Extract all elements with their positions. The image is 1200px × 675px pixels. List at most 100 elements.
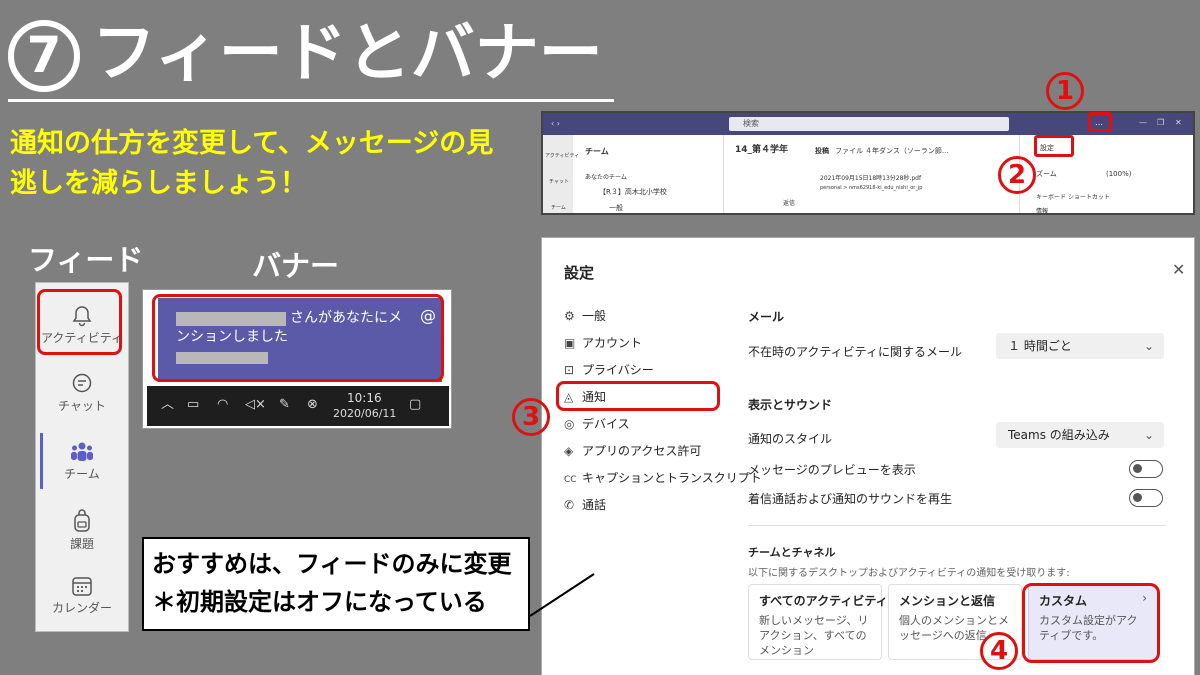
tab-dance[interactable]: ４年ダンス（ソーラン節...	[865, 146, 949, 156]
step-4-marker: 4	[980, 632, 1018, 670]
file-path: personal > nms62918-ki_edu_nishi_or_jp	[820, 185, 923, 191]
nav-account[interactable]: ▣ アカウント	[564, 335, 642, 351]
sidebar-item-label: カレンダー	[51, 601, 112, 615]
maximize-icon[interactable]: ❐	[1157, 118, 1164, 128]
step-3-marker: 3	[512, 398, 550, 436]
cc-icon: CC	[564, 475, 577, 485]
sidebar-item-label: チャット	[58, 399, 106, 413]
rail-activity[interactable]: アクティビティ	[545, 151, 579, 161]
taskbar-time: 10:16	[347, 391, 382, 405]
notification-center-icon[interactable]: ▢	[409, 397, 421, 413]
sidebar-item-label: 課題	[69, 537, 94, 551]
teams-description: 以下に関するデスクトップおよびアクティビティの通知を受け取ります:	[748, 568, 1070, 579]
sidebar-item-calendar[interactable]: カレンダー	[36, 575, 128, 615]
chevron-up-icon[interactable]: ︿	[161, 397, 174, 413]
channel-title: 14_第４学年	[735, 145, 789, 155]
feed-label: フィード	[28, 243, 144, 277]
volume-mute-icon[interactable]: ◁×	[245, 397, 266, 413]
sound-label: 着信通話および通知のサウンドを再生	[748, 492, 953, 506]
team-name[interactable]: 【R３】高木北小学校	[599, 187, 667, 197]
step-1-marker: 1	[1046, 72, 1084, 110]
note-line-2: ＊初期設定はオフになっている	[152, 588, 487, 616]
option-title: すべてのアクティビティ	[759, 594, 888, 608]
sidebar-item-chat[interactable]: チャット	[36, 373, 128, 413]
nav-label: 通話	[582, 498, 607, 512]
headset-icon: ◎	[564, 417, 575, 431]
id-card-icon: ▣	[564, 336, 576, 350]
banner-label: バナー	[252, 249, 340, 283]
rail-teams[interactable]: チーム	[551, 203, 566, 213]
nav-captions[interactable]: CC キャプションとトランスクリプト	[564, 470, 762, 488]
custom-highlight-box	[1022, 583, 1160, 663]
nav-privacy[interactable]: ⊡ プライバシー	[564, 362, 654, 378]
nav-general[interactable]: ⚙ 一般	[564, 308, 606, 324]
select-value: １ 時間ごと	[1008, 339, 1072, 353]
option-all-activity[interactable]: すべてのアクティビティ 新しいメッセージ、リアクション、すべてのメンション	[748, 584, 888, 660]
taskbar-date: 2020/06/11	[333, 407, 397, 420]
close-circle-icon[interactable]: ⊗	[307, 397, 318, 413]
search-input[interactable]: 検索	[729, 117, 1009, 131]
notification-style-select[interactable]: Teams の組み込み ⌄	[996, 422, 1164, 448]
lock-icon: ⊡	[564, 363, 575, 377]
teams-header: チーム	[585, 147, 609, 156]
sound-toggle[interactable]	[1129, 489, 1163, 507]
chevron-down-icon: ⌄	[1143, 428, 1154, 442]
sidebar-item-assignments[interactable]: 課題	[36, 509, 128, 551]
rail-chat[interactable]: チャット	[549, 177, 569, 187]
nav-devices[interactable]: ◎ デバイス	[564, 416, 630, 432]
battery-icon[interactable]: ▭	[187, 397, 199, 413]
pen-icon[interactable]: ✎	[279, 397, 290, 413]
minimize-icon[interactable]: —	[1139, 118, 1147, 128]
nav-label: プライバシー	[582, 363, 654, 377]
windows-taskbar: ︿ ▭ ◠ ◁× ✎ ⊗ 10:16 2020/06/11 ▢	[147, 386, 449, 426]
option-desc: 新しいメッセージ、リアクション、すべてのメンション	[759, 614, 869, 657]
select-value: Teams の組み込み	[1008, 428, 1110, 442]
channel-general[interactable]: 一般	[609, 203, 623, 213]
note-pointer-line	[529, 573, 595, 617]
preview-label: メッセージのプレビューを表示	[748, 463, 916, 477]
zoom-value: (100%)	[1106, 170, 1132, 178]
teams-icon	[71, 442, 93, 461]
reply-button[interactable]: 返信	[783, 199, 795, 209]
nav-calls[interactable]: ✆ 通話	[564, 497, 606, 513]
menu-zoom: ズーム	[1036, 170, 1057, 178]
nav-app-permissions[interactable]: ◈ アプリのアクセス許可	[564, 443, 701, 459]
chevron-down-icon: ⌄	[1143, 339, 1154, 353]
back-forward-icon[interactable]: ‹ ›	[551, 119, 560, 129]
style-label: 通知のスタイル	[748, 432, 833, 446]
note-line-1: おすすめは、フィードのみに変更	[152, 550, 512, 578]
title-number-mark: 7	[8, 20, 80, 92]
nav-label: アカウント	[582, 336, 643, 350]
your-teams-label: あなたのチーム	[585, 174, 627, 181]
teams-rail: アクティビティ チャット チーム	[543, 135, 579, 213]
sidebar-item-label: チーム	[64, 467, 100, 481]
close-icon[interactable]: ✕	[1175, 118, 1182, 128]
page-subtitle: 通知の仕方を変更して、メッセージの見逃しを減らしましょう！	[10, 128, 494, 199]
sidebar-item-teams[interactable]: チーム	[36, 441, 128, 481]
wifi-icon[interactable]: ◠	[217, 397, 228, 413]
nav-label: キャプションとトランスクリプト	[582, 471, 762, 485]
nav-label: アプリのアクセス許可	[582, 444, 702, 458]
teams-heading: チームとチャネル	[748, 546, 836, 559]
more-highlight-box	[1088, 112, 1112, 132]
menu-info[interactable]: 情報	[1036, 207, 1048, 213]
tab-files[interactable]: ファイル	[835, 146, 863, 156]
shield-icon: ◈	[564, 444, 574, 458]
recommendation-note: おすすめは、フィードのみに変更 ＊初期設定はオフになっている	[142, 537, 530, 631]
gear-icon: ⚙	[564, 309, 575, 323]
menu-shortcuts[interactable]: キーボード ショートカット	[1036, 193, 1110, 203]
phone-icon: ✆	[564, 498, 575, 512]
nav-label: 一般	[582, 309, 607, 323]
settings-title: 設定	[564, 264, 595, 282]
close-icon[interactable]: ✕	[1172, 260, 1185, 279]
email-frequency-select[interactable]: １ 時間ごと ⌄	[996, 333, 1164, 359]
preview-toggle[interactable]	[1129, 460, 1163, 478]
email-label: 不在時のアクティビティに関するメール	[748, 345, 962, 359]
title-underline	[8, 99, 614, 102]
banner-highlight-box	[152, 294, 444, 382]
section-divider	[748, 525, 1166, 526]
nav-label: デバイス	[582, 417, 630, 431]
tab-posts[interactable]: 投稿	[815, 146, 829, 156]
step-2-marker: 2	[998, 156, 1036, 194]
feed-highlight-box	[37, 289, 122, 355]
